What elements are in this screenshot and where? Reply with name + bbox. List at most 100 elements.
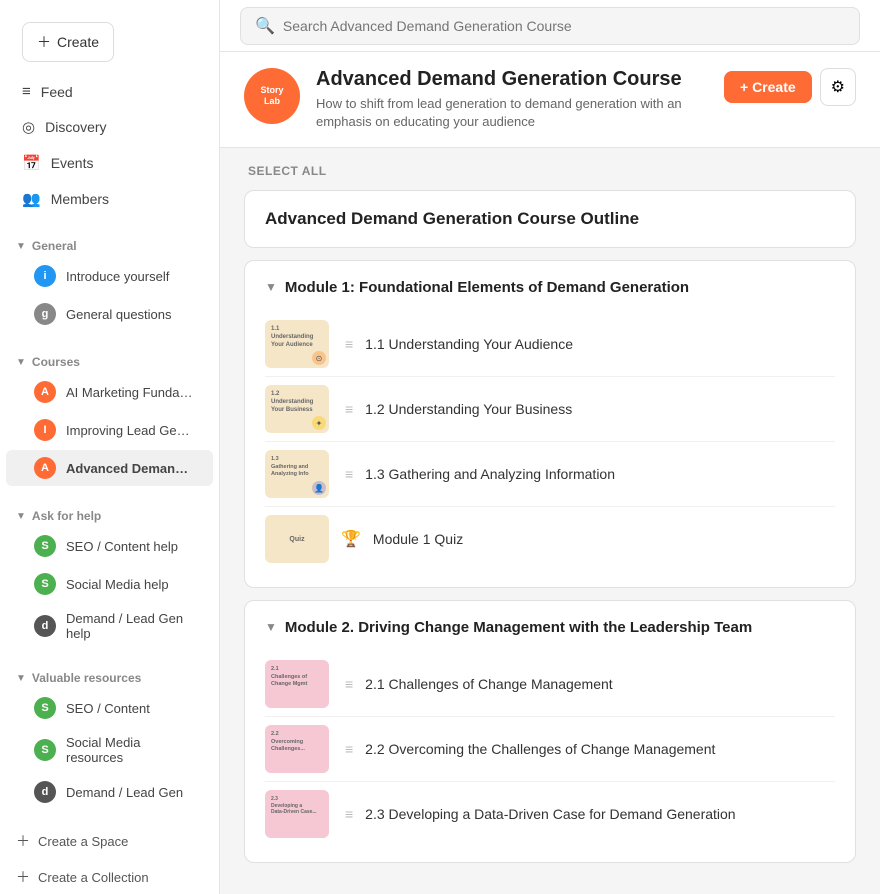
sidebar-events-label: Events: [51, 155, 94, 171]
course-title-area: Advanced Demand Generation Course How to…: [316, 68, 708, 131]
sidebar-feed-label: Feed: [41, 84, 73, 100]
module-1-card: ▼ Module 1: Foundational Elements of Dem…: [244, 260, 856, 588]
demand-help-label: Demand / Lead Gen help: [66, 611, 197, 641]
sidebar-item-members[interactable]: 👥 Members: [6, 182, 213, 216]
g-icon: g: [34, 303, 56, 325]
info-icon: i: [34, 265, 56, 287]
outline-card: Advanced Demand Generation Course Outlin…: [244, 190, 856, 248]
lesson-1-quiz: Quiz 🏆 Module 1 Quiz: [265, 507, 835, 571]
chevron-down-icon-2: ▼: [16, 357, 26, 368]
sidebar-item-demand-res[interactable]: d Demand / Lead Gen: [6, 774, 213, 810]
lesson-2-1-text: 2.1 Challenges of Change Management: [365, 676, 835, 692]
social-help-label: Social Media help: [66, 577, 169, 592]
section-general[interactable]: ▼ General: [0, 229, 219, 257]
sidebar-item-discovery[interactable]: ◎ Discovery: [6, 110, 213, 144]
course-header: StoryLab Advanced Demand Generation Cour…: [220, 52, 880, 148]
sidebar-members-label: Members: [51, 191, 109, 207]
seo-help-label: SEO / Content help: [66, 539, 178, 554]
general-questions-label: General questions: [66, 307, 172, 322]
module-2-chevron[interactable]: ▼: [265, 620, 277, 634]
plus-icon: ＋: [37, 32, 51, 52]
create-collection-label: Create a Collection: [38, 870, 149, 885]
sidebar-item-demand-help[interactable]: d Demand / Lead Gen help: [6, 604, 213, 648]
sidebar-item-events[interactable]: 📅 Events: [6, 146, 213, 180]
sidebar-item-advanced-demand[interactable]: A Advanced Demand Generati...: [6, 450, 213, 486]
drag-handle-1-1: ≡: [345, 336, 353, 352]
drag-handle-2-1: ≡: [345, 676, 353, 692]
trophy-icon: 🏆: [341, 529, 361, 549]
thumb-2-3: 2.3Developing aData-Driven Case...: [265, 790, 329, 838]
sidebar-discovery-label: Discovery: [45, 119, 106, 135]
create-course-button[interactable]: + Create: [724, 71, 812, 103]
drag-handle-2-2: ≡: [345, 741, 353, 757]
chevron-down-icon-4: ▼: [16, 673, 26, 684]
outline-title: Advanced Demand Generation Course Outlin…: [265, 209, 835, 229]
content-area: SELECT ALL Advanced Demand Generation Co…: [220, 148, 880, 894]
create-space-label: Create a Space: [38, 834, 128, 849]
thumb-2-1: 2.1Challenges ofChange Mgmt: [265, 660, 329, 708]
thumb-1-1: 1.1UnderstandingYour Audience ⊙: [265, 320, 329, 368]
advanced-demand-label: Advanced Demand Generati...: [66, 461, 196, 476]
sidebar-item-introduce[interactable]: i Introduce yourself: [6, 258, 213, 294]
demand-help-icon: d: [34, 615, 56, 637]
lesson-1-2: 1.2UnderstandingYour Business ✦ ≡ 1.2 Un…: [265, 377, 835, 442]
search-bar[interactable]: 🔍: [240, 7, 860, 45]
create-space-item[interactable]: ＋ Create a Space: [0, 823, 219, 859]
lesson-2-2-text: 2.2 Overcoming the Challenges of Change …: [365, 741, 835, 757]
chevron-down-icon-3: ▼: [16, 511, 26, 522]
improving-lead-label: Improving Lead Generation: [66, 423, 196, 438]
introduce-label: Introduce yourself: [66, 269, 169, 284]
thumb-1-quiz: Quiz: [265, 515, 329, 563]
module-2-title: Module 2. Driving Change Management with…: [285, 617, 752, 638]
course-actions: + Create ⚙: [724, 68, 856, 106]
thumb-1-2: 1.2UnderstandingYour Business ✦: [265, 385, 329, 433]
search-input[interactable]: [283, 18, 845, 34]
sidebar-item-feed[interactable]: ≡ Feed: [6, 75, 213, 108]
lesson-1-3: 1.3Gathering andAnalyzing Info 👤 ≡ 1.3 G…: [265, 442, 835, 507]
course-description: How to shift from lead generation to dem…: [316, 95, 708, 131]
module-1-chevron[interactable]: ▼: [265, 280, 277, 294]
gear-icon: ⚙: [831, 79, 845, 96]
section-ask-help[interactable]: ▼ Ask for help: [0, 499, 219, 527]
seo-res-label: SEO / Content: [66, 701, 150, 716]
settings-button[interactable]: ⚙: [820, 68, 856, 106]
sidebar-item-ai-marketing[interactable]: A AI Marketing Fundamentals: [6, 374, 213, 410]
ai-marketing-label: AI Marketing Fundamentals: [66, 385, 196, 400]
sidebar-item-seo-help[interactable]: S SEO / Content help: [6, 528, 213, 564]
section-courses[interactable]: ▼ Courses: [0, 345, 219, 373]
sidebar-item-social-res[interactable]: S Social Media resources: [6, 728, 213, 772]
module-1-title: Module 1: Foundational Elements of Deman…: [285, 277, 689, 298]
lesson-2-2: 2.2OvercomingChallenges... ≡ 2.2 Overcom…: [265, 717, 835, 782]
module-2-card: ▼ Module 2. Driving Change Management wi…: [244, 600, 856, 863]
compass-icon: ◎: [22, 118, 35, 136]
social-res-label: Social Media resources: [66, 735, 197, 765]
thumb-2-2: 2.2OvercomingChallenges...: [265, 725, 329, 773]
social-res-icon: S: [34, 739, 56, 761]
section-valuable[interactable]: ▼ Valuable resources: [0, 661, 219, 689]
members-icon: 👥: [22, 190, 41, 208]
feed-icon: ≡: [22, 83, 31, 100]
create-button[interactable]: ＋ Create: [22, 22, 114, 62]
sidebar-item-improving-lead[interactable]: I Improving Lead Generation: [6, 412, 213, 448]
ai-marketing-icon: A: [34, 381, 56, 403]
lesson-2-3: 2.3Developing aData-Driven Case... ≡ 2.3…: [265, 782, 835, 846]
sidebar-item-seo-res[interactable]: S SEO / Content: [6, 690, 213, 726]
seo-help-icon: S: [34, 535, 56, 557]
calendar-icon: 📅: [22, 154, 41, 172]
sidebar-item-general-questions[interactable]: g General questions: [6, 296, 213, 332]
demand-res-icon: d: [34, 781, 56, 803]
chevron-down-icon: ▼: [16, 241, 26, 252]
sidebar-item-social-help[interactable]: S Social Media help: [6, 566, 213, 602]
module-1-header: ▼ Module 1: Foundational Elements of Dem…: [265, 277, 835, 298]
create-collection-item[interactable]: ＋ Create a Collection: [0, 859, 219, 894]
plus-space-icon: ＋: [16, 831, 30, 851]
module-2-header: ▼ Module 2. Driving Change Management wi…: [265, 617, 835, 638]
sidebar: ＋ Create ≡ Feed ◎ Discovery 📅 Events 👥 M…: [0, 0, 220, 894]
search-icon: 🔍: [255, 16, 275, 36]
lesson-1-3-text: 1.3 Gathering and Analyzing Information: [365, 466, 835, 482]
topbar: 🔍: [220, 0, 880, 52]
select-all-label[interactable]: SELECT ALL: [244, 164, 856, 178]
course-avatar: StoryLab: [244, 68, 300, 124]
lesson-1-2-text: 1.2 Understanding Your Business: [365, 401, 835, 417]
create-course-label: + Create: [740, 79, 796, 95]
